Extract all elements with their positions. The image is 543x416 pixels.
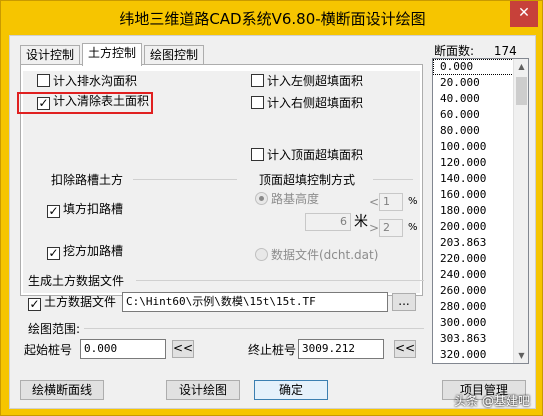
roadbed-height-input[interactable]: 6 xyxy=(305,213,351,231)
checkbox-box xyxy=(251,74,264,87)
group-divider xyxy=(133,179,237,180)
scroll-down-icon[interactable]: ▼ xyxy=(514,348,528,363)
top-overfill-group-title: 顶面超填控制方式 xyxy=(259,173,356,187)
scroll-up-icon[interactable]: ▲ xyxy=(514,59,528,74)
slope-pct-2-input[interactable]: 2 xyxy=(379,219,403,237)
earthwork-file-checkbox[interactable]: ✓ 土方数据文件 xyxy=(28,294,116,311)
earthwork-file-path-input[interactable]: C:\Hint60\示例\数模\15t\15t.TF xyxy=(122,292,388,312)
fill-deduct-trench-checkbox[interactable]: ✓ 填方扣路槽 xyxy=(47,201,123,218)
radio-icon xyxy=(255,192,268,205)
station-count-label: 断面数: 174 xyxy=(434,44,517,58)
data-file-radio[interactable]: 数据文件(dcht.dat) xyxy=(255,247,378,263)
station-scrollbar[interactable]: ▲ ▼ xyxy=(513,59,528,363)
top-overfill-checkbox[interactable]: 计入顶面超填面积 xyxy=(251,147,363,163)
pick-start-button[interactable]: << xyxy=(172,340,194,358)
greater-than-symbol: > xyxy=(369,221,380,235)
checkbox-box xyxy=(251,148,264,161)
checkbox-box xyxy=(251,96,264,109)
checkmark-icon: ✓ xyxy=(47,246,60,260)
end-station-input[interactable]: 3009.212 xyxy=(298,339,384,359)
window-title: 纬地三维道路CAD系统V6.80-横断面设计绘图 xyxy=(119,10,426,28)
end-station-label: 终止桩号 xyxy=(248,343,297,357)
checkmark-icon: ✓ xyxy=(47,204,60,218)
station-count: 174 xyxy=(493,44,517,58)
trench-group-title: 扣除路槽土方 xyxy=(51,173,124,187)
browse-button[interactable]: ... xyxy=(392,293,416,311)
pick-end-button[interactable]: << xyxy=(394,340,416,358)
close-icon: ✕ xyxy=(518,5,530,21)
design-draw-button[interactable]: 设计绘图 xyxy=(166,380,240,400)
right-overfill-checkbox[interactable]: 计入右侧超填面积 xyxy=(251,95,363,111)
cut-add-trench-checkbox[interactable]: ✓ 挖方加路槽 xyxy=(47,243,123,260)
tab-earthwork-control[interactable]: 土方控制 xyxy=(82,43,143,66)
station-listbox[interactable]: 0.000 20.000 40.000 60.000 80.000 100.000 120.… xyxy=(432,58,529,364)
tab-design-control[interactable]: 设计控制 xyxy=(20,45,81,65)
scroll-thumb[interactable] xyxy=(516,77,527,105)
drainage-area-checkbox[interactable]: 计入排水沟面积 xyxy=(37,73,137,89)
range-section-title: 绘图范围: xyxy=(28,322,81,336)
percent-label: % xyxy=(408,196,418,207)
ok-button[interactable]: 确定 xyxy=(254,380,328,400)
less-than-symbol: < xyxy=(369,195,380,209)
draw-section-lines-button[interactable]: 绘横断面线 xyxy=(20,380,104,400)
left-overfill-checkbox[interactable]: 计入左侧超填面积 xyxy=(251,73,363,89)
dialog-window: 纬地三维道路CAD系统V6.80-横断面设计绘图 ✕ 设计控制 土方控制 绘图控… xyxy=(0,0,543,416)
group-divider xyxy=(373,179,413,180)
radio-icon xyxy=(255,248,268,261)
checkmark-icon: ✓ xyxy=(28,297,41,311)
checkbox-box xyxy=(37,74,50,87)
tab-drawing-control[interactable]: 绘图控制 xyxy=(144,45,205,65)
start-station-label: 起始桩号 xyxy=(24,343,73,357)
percent-label: % xyxy=(408,222,418,233)
title-bar[interactable]: 纬地三维道路CAD系统V6.80-横断面设计绘图 ✕ xyxy=(1,1,543,35)
dialog-client-area: 设计控制 土方控制 绘图控制 计入排水沟面积 ✓ 计入清除表土面积 计入左侧超填面… xyxy=(9,35,536,409)
watermark-text: 头条 @基建吧 xyxy=(454,394,530,408)
slope-pct-1-input[interactable]: 1 xyxy=(379,193,403,211)
generate-section-title: 生成土方数据文件 xyxy=(28,274,125,288)
section-divider xyxy=(84,328,424,329)
highlight-box xyxy=(17,92,153,114)
roadbed-height-radio[interactable]: 路基高度 xyxy=(255,191,319,207)
section-divider xyxy=(136,280,424,281)
meter-unit: 米 xyxy=(354,214,368,230)
start-station-input[interactable]: 0.000 xyxy=(80,339,166,359)
close-button[interactable]: ✕ xyxy=(510,1,538,27)
